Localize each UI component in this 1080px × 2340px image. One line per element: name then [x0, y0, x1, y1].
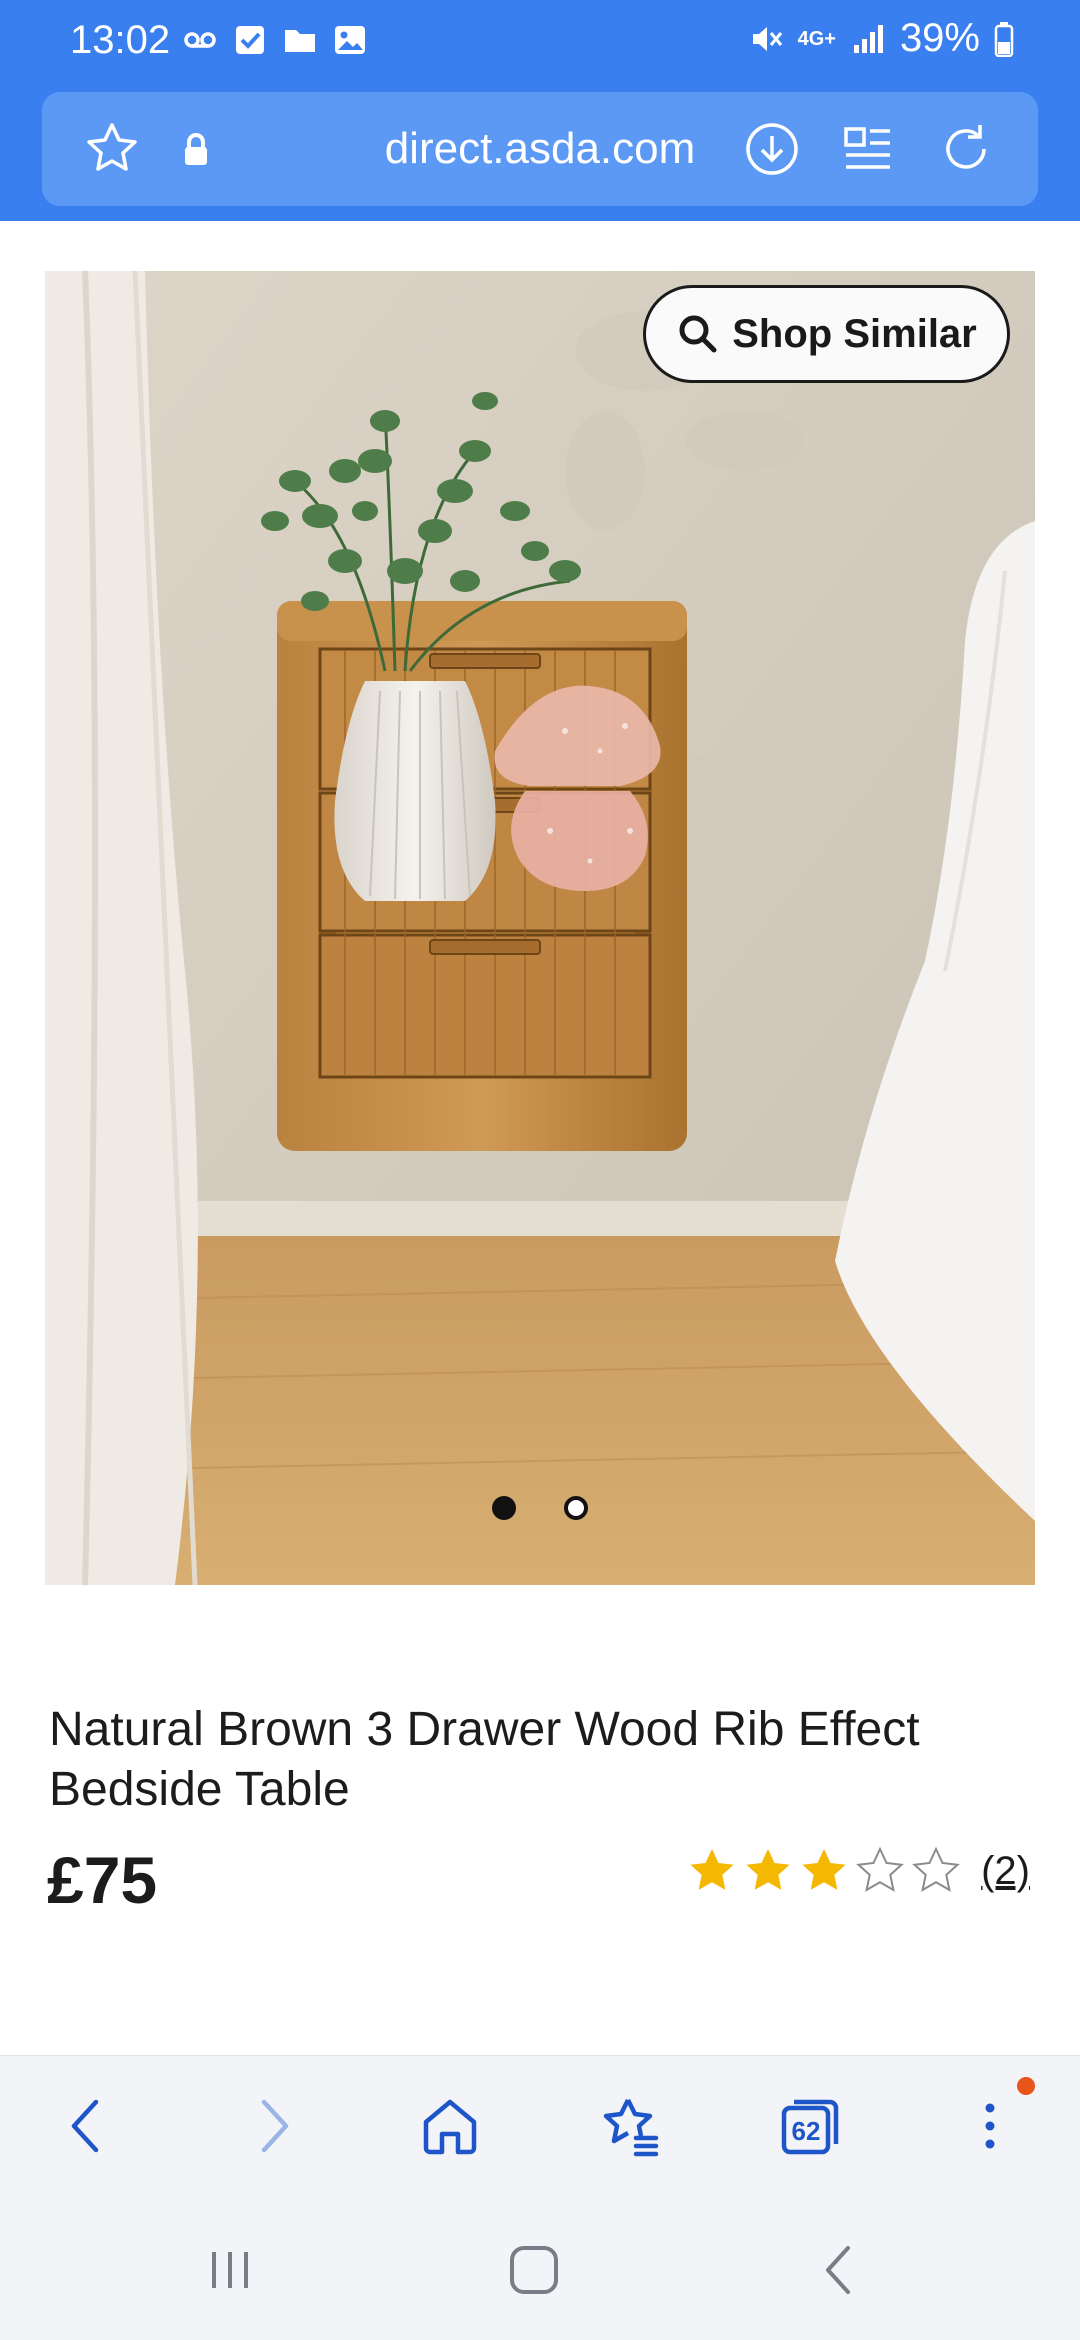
product-photo-bedside-table [45, 271, 1035, 1585]
network-type-label: 4G+ [797, 27, 836, 50]
star-empty-icon [912, 1846, 960, 1892]
status-time: 13:02 [70, 18, 171, 62]
refresh-icon[interactable] [936, 119, 996, 179]
carousel-dot-1[interactable] [492, 1496, 516, 1520]
forward-button[interactable] [232, 2086, 312, 2166]
status-bar: 13:02 4G+ 39% [0, 0, 1080, 84]
system-back-icon [826, 2246, 850, 2294]
search-icon [679, 315, 717, 353]
square-home-icon [510, 2246, 558, 2294]
status-notification-icons [182, 22, 368, 58]
tabs-count: 62 [792, 2116, 821, 2146]
more-menu-button[interactable] [950, 2086, 1030, 2166]
folder-icon [285, 30, 315, 52]
product-price: £75 [47, 1843, 158, 1917]
bookmark-star-icon[interactable] [82, 119, 142, 179]
bookmarks-button[interactable] [590, 2086, 670, 2166]
shop-similar-button[interactable]: Shop Similar [643, 285, 1010, 383]
home-icon [423, 2099, 477, 2155]
star-filled-icon [690, 1849, 734, 1890]
system-back-button[interactable] [800, 2235, 880, 2305]
system-home-button[interactable] [494, 2235, 574, 2305]
battery-percentage: 39% [899, 16, 980, 60]
recent-apps-button[interactable] [190, 2235, 270, 2305]
download-icon[interactable] [742, 119, 802, 179]
shop-similar-label: Shop Similar [732, 311, 977, 356]
more-vertical-icon [985, 2103, 995, 2149]
product-title: Natural Brown 3 Drawer Wood Rib Effect B… [49, 1703, 920, 1816]
tabs-button[interactable]: 62 [770, 2086, 850, 2166]
reader-mode-icon[interactable] [838, 119, 898, 179]
lock-icon [166, 119, 226, 179]
chevron-right-icon [261, 2099, 289, 2153]
carousel-dot-2[interactable] [564, 1496, 588, 1520]
product-image[interactable] [45, 271, 1035, 1585]
tabs-icon: 62 [781, 2099, 839, 2155]
voicemail-icon [184, 32, 216, 48]
product-rating[interactable]: (2) [687, 1846, 1030, 1896]
browser-bottom-toolbar: 62 [0, 2055, 1080, 2195]
signal-icon [853, 24, 883, 53]
status-system-icons: 4G+ 39% [748, 16, 1014, 61]
recent-apps-icon [212, 2252, 248, 2288]
menu-notification-badge [1017, 2077, 1035, 2095]
image-carousel-indicator [0, 1496, 1080, 1520]
browser-top-chrome: 13:02 4G+ 39% direct.asda.com [0, 0, 1080, 221]
gallery-icon [335, 26, 365, 54]
bookmark-list-icon [603, 2098, 659, 2157]
back-button[interactable] [48, 2086, 128, 2166]
battery-icon [994, 21, 1014, 57]
system-navigation-bar [0, 2195, 1080, 2340]
address-bar[interactable]: direct.asda.com [42, 92, 1038, 206]
checkbox-notification-icon [236, 26, 264, 54]
review-count-link[interactable]: (2) [981, 1849, 1030, 1894]
home-button[interactable] [410, 2086, 490, 2166]
star-filled-icon [802, 1849, 846, 1890]
mute-icon [752, 26, 782, 51]
chevron-left-icon [71, 2099, 99, 2153]
star-empty-icon [856, 1846, 904, 1892]
star-filled-icon [746, 1849, 790, 1890]
